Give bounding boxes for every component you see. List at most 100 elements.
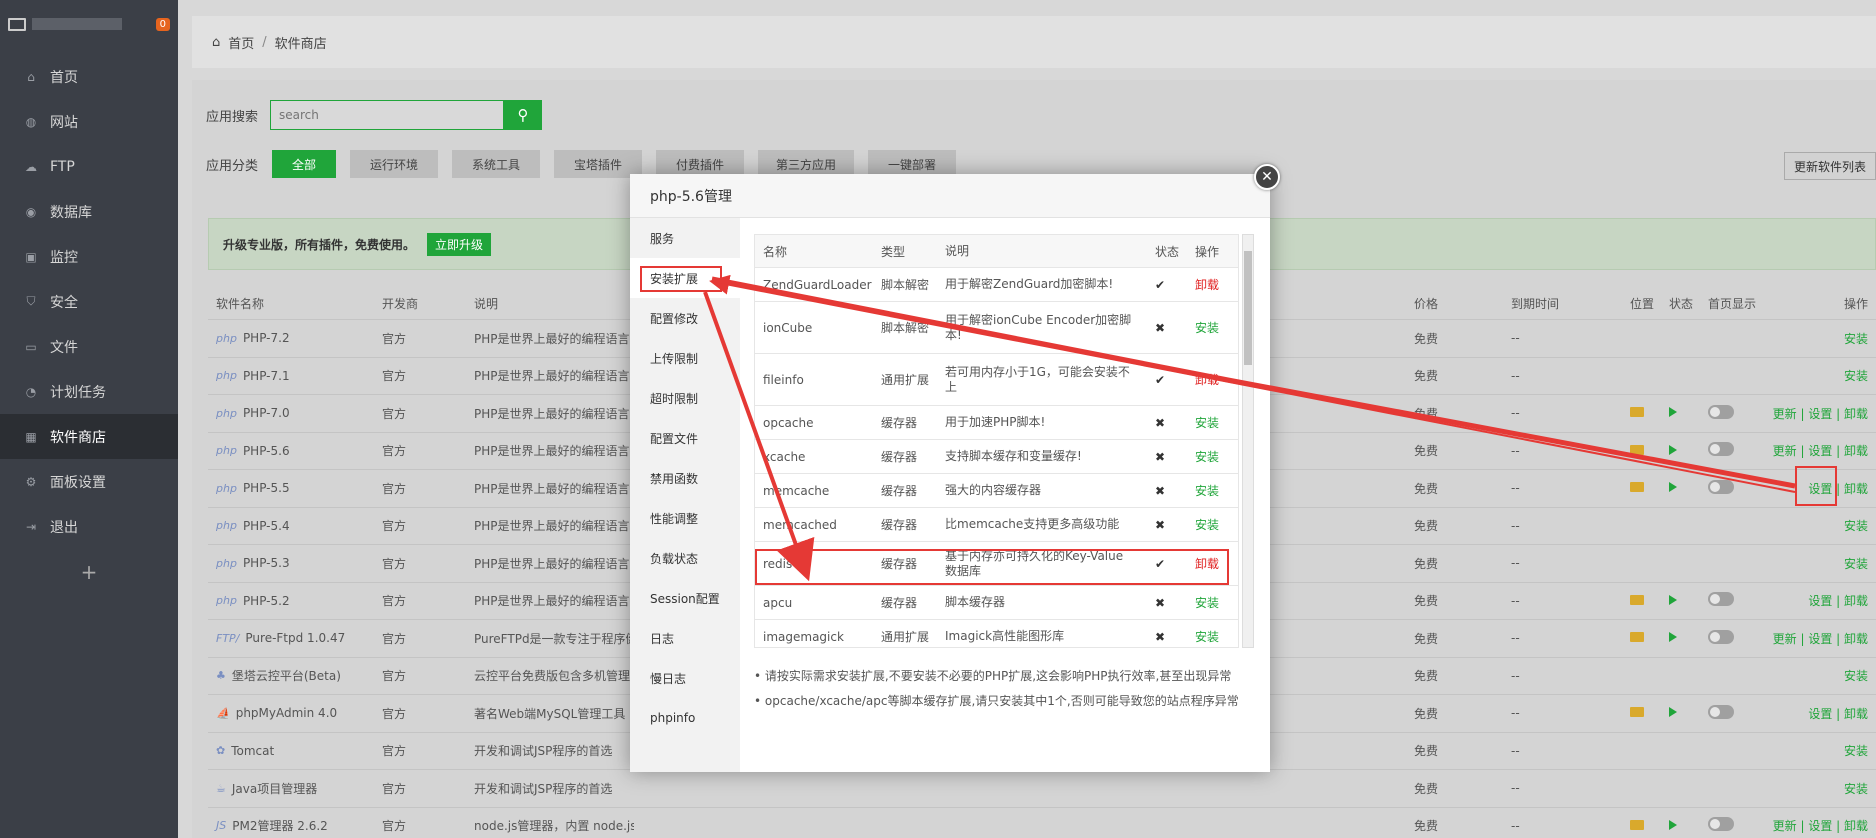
ext-action-link[interactable]: 安装 xyxy=(1195,482,1219,499)
expire-time: -- xyxy=(1511,743,1520,758)
modal-nav-item-0[interactable]: 服务 xyxy=(630,218,740,258)
operation-links[interactable]: 安装 xyxy=(1844,555,1868,572)
play-icon[interactable] xyxy=(1669,594,1677,608)
software-name-cell[interactable]: FTP/Pure-Ftpd 1.0.47 xyxy=(216,631,345,645)
operation-links[interactable]: 安装 xyxy=(1844,330,1868,347)
home-display-toggle[interactable] xyxy=(1708,592,1734,609)
operation-links[interactable]: 更新 | 设置 | 卸载 xyxy=(1773,442,1868,459)
software-name-cell[interactable]: ⛵ phpMyAdmin 4.0 xyxy=(216,706,337,720)
play-icon[interactable] xyxy=(1669,406,1677,420)
sidebar-item-8[interactable]: ▦ 软件商店 xyxy=(0,414,178,459)
operation-links[interactable]: 设置 | 卸载 xyxy=(1808,705,1868,722)
sidebar-item-1[interactable]: ◍ 网站 xyxy=(0,99,178,144)
home-display-toggle[interactable] xyxy=(1708,629,1734,647)
software-name-cell[interactable]: php PHP-5.4 xyxy=(216,519,290,533)
folder-icon[interactable] xyxy=(1630,594,1644,608)
modal-nav-item-3[interactable]: 上传限制 xyxy=(630,338,740,378)
software-name-cell[interactable]: php PHP-5.6 xyxy=(216,444,290,458)
home-display-toggle[interactable] xyxy=(1708,817,1734,834)
play-icon[interactable] xyxy=(1669,819,1677,833)
software-name-cell[interactable]: php PHP-5.3 xyxy=(216,556,290,570)
folder-icon[interactable] xyxy=(1630,481,1644,495)
price: 免费 xyxy=(1414,444,1439,459)
breadcrumb-home[interactable]: 首页 xyxy=(228,33,254,52)
sidebar-item-2[interactable]: ☁ FTP xyxy=(0,144,178,189)
ext-action-link[interactable]: 安装 xyxy=(1195,319,1219,336)
ext-action-link[interactable]: 安装 xyxy=(1195,516,1219,533)
home-display-toggle[interactable] xyxy=(1708,479,1734,497)
category-3[interactable]: 宝塔插件 xyxy=(554,150,643,178)
modal-nav-item-5[interactable]: 配置文件 xyxy=(630,418,740,458)
software-name-cell[interactable]: ♣ 堡塔云控平台(Beta) xyxy=(216,667,341,684)
search-input[interactable] xyxy=(270,100,505,130)
play-icon[interactable] xyxy=(1669,706,1677,720)
home-display-toggle[interactable] xyxy=(1708,704,1734,722)
sidebar-item-4[interactable]: ▣ 监控 xyxy=(0,234,178,279)
home-icon[interactable]: ⌂ xyxy=(212,35,220,50)
operation-links[interactable]: 安装 xyxy=(1844,367,1868,384)
modal-nav-item-2[interactable]: 配置修改 xyxy=(630,298,740,338)
software-name-cell[interactable]: ✿ Tomcat xyxy=(216,744,274,758)
ext-desc: 用于解密ZendGuard加密脚本! xyxy=(945,277,1114,291)
operation-links[interactable]: 更新 | 设置 | 卸载 xyxy=(1773,630,1868,647)
modal-nav-item-9[interactable]: Session配置 xyxy=(630,578,740,618)
close-icon[interactable]: ✕ xyxy=(1254,164,1280,190)
home-display-toggle[interactable] xyxy=(1708,404,1734,422)
sidebar-item-10[interactable]: ⇥ 退出 xyxy=(0,504,178,549)
ext-action-link[interactable]: 安装 xyxy=(1195,414,1219,431)
play-icon[interactable] xyxy=(1669,444,1677,458)
modal-nav-item-12[interactable]: phpinfo xyxy=(630,698,740,738)
extension-scrollbar[interactable] xyxy=(1242,234,1254,648)
folder-icon[interactable] xyxy=(1630,706,1644,720)
software-name-cell[interactable]: php PHP-5.5 xyxy=(216,481,290,495)
folder-icon[interactable] xyxy=(1630,631,1644,645)
modal-nav-item-4[interactable]: 超时限制 xyxy=(630,378,740,418)
sidebar-item-0[interactable]: ⌂ 首页 xyxy=(0,54,178,99)
expire-time: -- xyxy=(1511,706,1520,721)
software-name-cell[interactable]: php PHP-7.2 xyxy=(216,331,290,345)
notification-badge[interactable]: 0 xyxy=(155,17,170,31)
operation-links[interactable]: 设置 | 卸载 xyxy=(1808,592,1868,609)
modal-nav-item-11[interactable]: 慢日志 xyxy=(630,658,740,698)
operation-links[interactable]: 安装 xyxy=(1844,780,1868,797)
ext-action-link[interactable]: 安装 xyxy=(1195,628,1219,645)
category-1[interactable]: 运行环境 xyxy=(350,150,439,178)
home-display-toggle[interactable] xyxy=(1708,442,1734,459)
category-0[interactable]: 全部 xyxy=(272,150,337,178)
ext-action-link[interactable]: 安装 xyxy=(1195,448,1219,465)
folder-icon[interactable] xyxy=(1630,444,1644,458)
software-name-cell[interactable]: php PHP-7.1 xyxy=(216,369,290,383)
operation-links[interactable]: 安装 xyxy=(1844,742,1868,759)
software-name-cell[interactable]: ☕ Java项目管理器 xyxy=(216,780,317,797)
add-sidebar-item-button[interactable]: + xyxy=(0,549,178,594)
operation-links[interactable]: 安装 xyxy=(1844,667,1868,684)
software-name-cell[interactable]: JS PM2管理器 2.6.2 xyxy=(216,817,328,834)
software-name-cell[interactable]: php PHP-5.2 xyxy=(216,594,290,608)
sidebar-item-5[interactable]: ⛉ 安全 xyxy=(0,279,178,324)
sidebar-item-6[interactable]: ▭ 文件 xyxy=(0,324,178,369)
sidebar-item-3[interactable]: ◉ 数据库 xyxy=(0,189,178,234)
sidebar-item-9[interactable]: ⚙ 面板设置 xyxy=(0,459,178,504)
folder-icon[interactable] xyxy=(1630,406,1644,420)
modal-nav-item-6[interactable]: 禁用函数 xyxy=(630,458,740,498)
modal-nav-item-8[interactable]: 负载状态 xyxy=(630,538,740,578)
folder-icon[interactable] xyxy=(1630,819,1644,833)
modal-nav-item-7[interactable]: 性能调整 xyxy=(630,498,740,538)
ext-action-link[interactable]: 安装 xyxy=(1195,594,1219,611)
operation-links[interactable]: 更新 | 设置 | 卸载 xyxy=(1773,405,1868,422)
play-icon[interactable] xyxy=(1669,631,1677,645)
sidebar-item-label: 安全 xyxy=(50,294,78,311)
play-icon[interactable] xyxy=(1669,481,1677,495)
operation-links[interactable]: 更新 | 设置 | 卸载 xyxy=(1773,817,1868,834)
ext-action-link[interactable]: 卸载 xyxy=(1195,371,1219,388)
upgrade-button[interactable]: 立即升级 xyxy=(427,232,492,256)
update-software-list-button[interactable]: 更新软件列表 xyxy=(1783,152,1876,180)
search-button[interactable]: ⚲ xyxy=(504,100,543,130)
software-name-cell[interactable]: php PHP-7.0 xyxy=(216,406,290,420)
ext-action-link[interactable]: 卸载 xyxy=(1195,276,1219,293)
category-2[interactable]: 系统工具 xyxy=(452,150,541,178)
sidebar-item-7[interactable]: ◔ 计划任务 xyxy=(0,369,178,414)
modal-nav-item-10[interactable]: 日志 xyxy=(630,618,740,658)
operation-links[interactable]: 安装 xyxy=(1844,517,1868,534)
scrollbar-thumb[interactable] xyxy=(1244,251,1252,365)
